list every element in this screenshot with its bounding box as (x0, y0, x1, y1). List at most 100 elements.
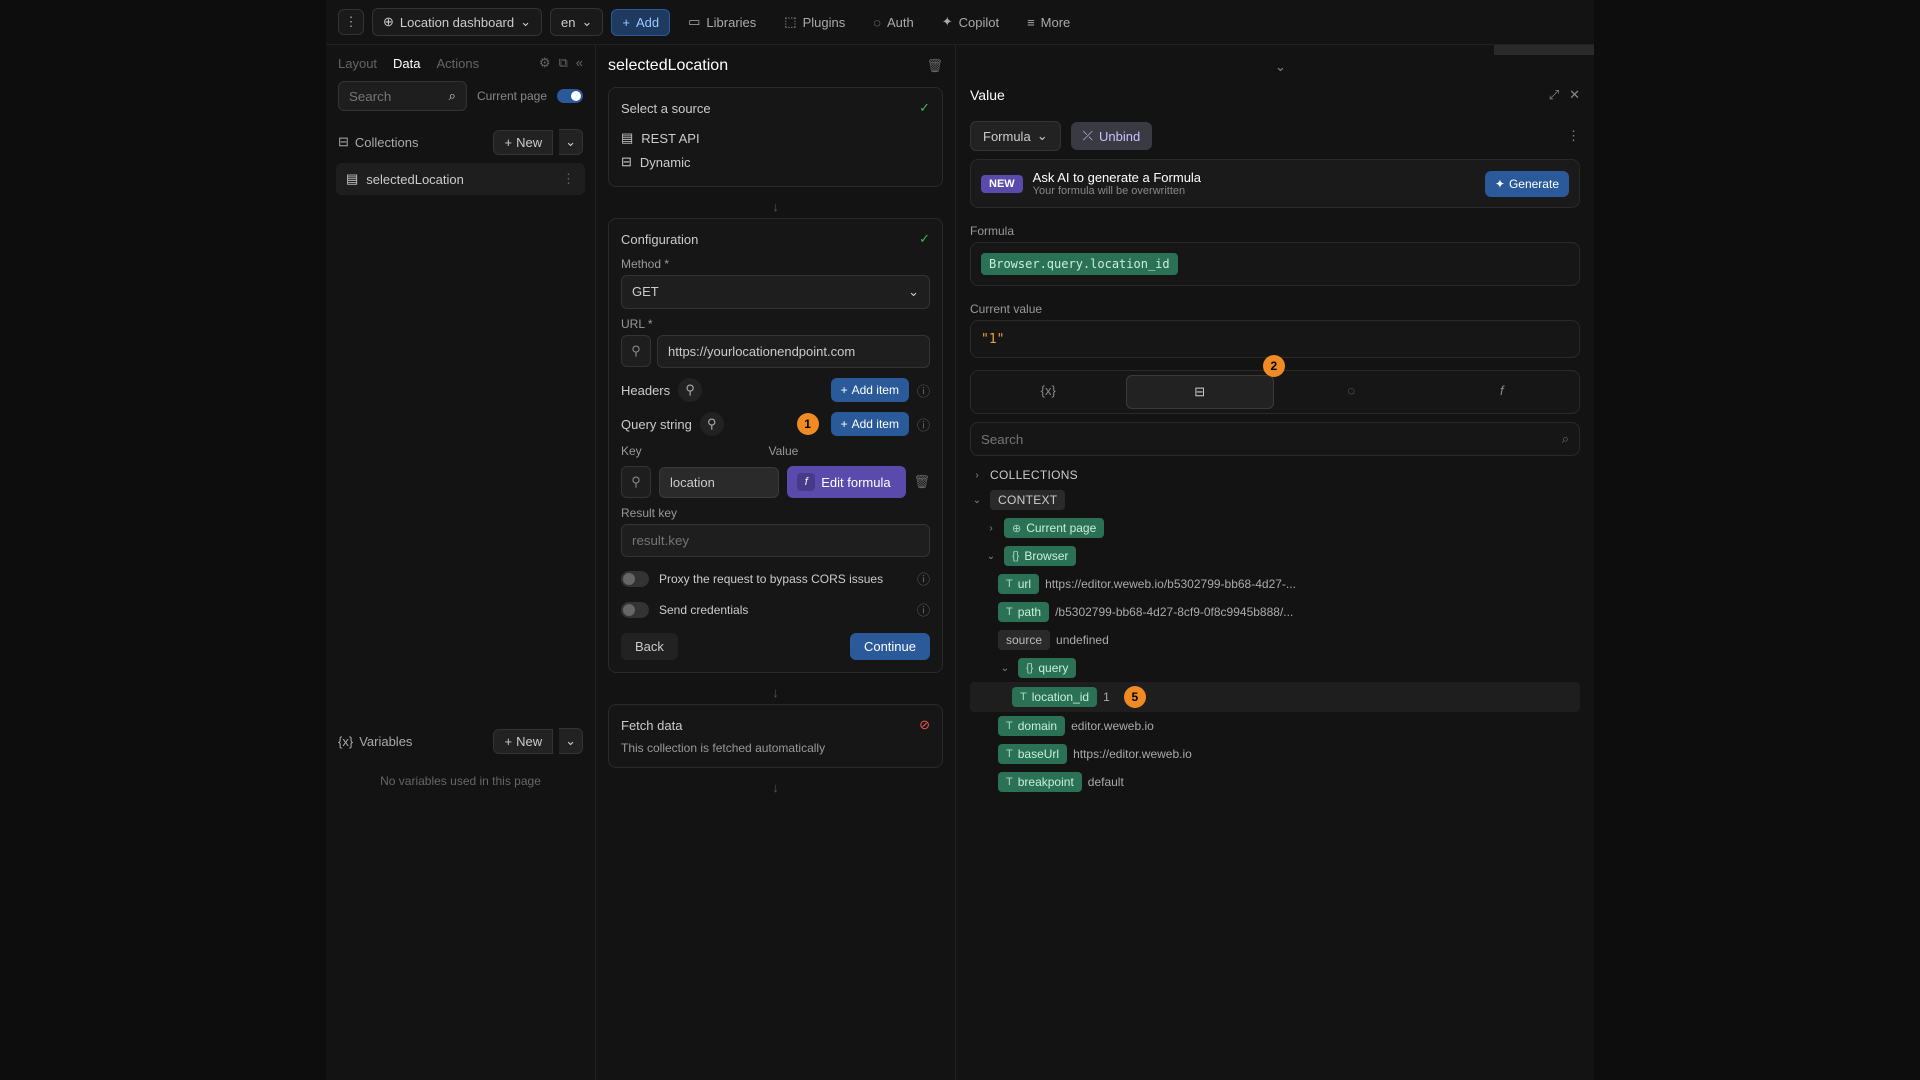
tree-query[interactable]: 4 ⌄ {}query (970, 654, 1580, 682)
chevron-down-icon: ⌄ (520, 14, 531, 30)
generate-button[interactable]: ✦ Generate (1485, 171, 1569, 197)
key-bind-icon[interactable]: ⚲ (621, 466, 651, 498)
libraries-button[interactable]: ▭ Libraries (678, 9, 766, 35)
location-dropdown[interactable]: ⊕ Location dashboard ⌄ (372, 8, 542, 36)
tab-layout[interactable]: Layout (338, 56, 377, 71)
cat-collections[interactable]: ⊟ (1126, 375, 1275, 409)
chevron-down-icon: ⌄ (908, 284, 919, 300)
item-menu[interactable]: ⋮ (562, 171, 575, 187)
tree-current-page[interactable]: › ⊕Current page (970, 514, 1580, 542)
info-icon[interactable]: ⓘ (917, 600, 930, 619)
chevron-down-icon: ⌄ (581, 14, 592, 30)
tree-path[interactable]: Tpath /b5302799-bb68-4d27-8cf9-0f8c9945b… (970, 598, 1580, 626)
cat-user[interactable]: ◌ (1278, 375, 1425, 409)
tree-search[interactable]: ⌕ (970, 422, 1580, 456)
lang-label: en (561, 15, 575, 30)
info-icon[interactable]: ⓘ (917, 415, 930, 434)
tab-data[interactable]: Data (393, 56, 420, 71)
arrow-down-icon: ↓ (608, 681, 943, 704)
tree-browser[interactable]: 3 ⌄ {}Browser (970, 542, 1580, 570)
tab-actions[interactable]: Actions (437, 56, 480, 71)
url-input[interactable]: https://yourlocationendpoint.com (657, 335, 930, 368)
proxy-toggle[interactable] (621, 571, 649, 587)
hamburger-icon: ≡ (1027, 15, 1035, 30)
back-button[interactable]: Back (621, 633, 678, 660)
collapse-icon[interactable]: ⌄ (1275, 59, 1286, 75)
trash-icon[interactable]: 🗑 (926, 58, 943, 74)
method-select[interactable]: GET ⌄ (621, 275, 930, 309)
close-icon[interactable]: ✕ (1569, 87, 1580, 103)
settings-icon[interactable]: ⚙ (539, 55, 551, 71)
new-var-dropdown[interactable]: ⌄ (559, 728, 583, 754)
edit-formula-button[interactable]: f Edit formula (787, 466, 905, 498)
search-icon: ⌕ (1562, 431, 1569, 447)
proxy-label: Proxy the request to bypass CORS issues (659, 572, 907, 586)
chevron-down-icon: ⌄ (998, 663, 1012, 674)
more-icon[interactable]: ⋮ (1567, 128, 1580, 144)
fetch-desc: This collection is fetched automatically (621, 741, 930, 755)
collection-item[interactable]: ▤ selectedLocation ⋮ (336, 163, 585, 195)
result-key-input[interactable] (621, 524, 930, 557)
api-icon: ▤ (621, 130, 633, 146)
ai-card: NEW Ask AI to generate a Formula Your fo… (970, 159, 1580, 208)
result-key-label: Result key (621, 506, 930, 520)
cat-formula[interactable]: f (1429, 375, 1576, 409)
query-bind[interactable]: ⚲ (700, 412, 724, 436)
cat-variables[interactable]: {x} (975, 375, 1122, 409)
new-collection-button[interactable]: + New (493, 130, 553, 155)
plus-icon: + (504, 135, 512, 150)
tree-breakpoint[interactable]: Tbreakpoint default (970, 768, 1580, 796)
auth-button[interactable]: ◌ Auth (863, 10, 923, 35)
tree-collections[interactable]: › COLLECTIONS (970, 464, 1580, 486)
creds-toggle[interactable] (621, 602, 649, 618)
location-label: Location dashboard (400, 15, 514, 30)
info-icon[interactable]: ⓘ (917, 381, 930, 400)
libraries-label: Libraries (706, 15, 756, 30)
plus-icon: + (622, 15, 630, 30)
search-input[interactable]: ⌕ (338, 81, 467, 111)
menu-button[interactable]: ⋮ (338, 9, 364, 35)
collapse-icon[interactable]: « (576, 55, 583, 71)
tree-location-id[interactable]: Tlocation_id 1 5 (970, 682, 1580, 712)
new-variable-button[interactable]: + New (493, 729, 553, 754)
headers-bind[interactable]: ⚲ (678, 378, 702, 402)
add-query-button[interactable]: + Add item (831, 412, 909, 436)
tree-search-field[interactable] (981, 432, 1562, 447)
tree-domain[interactable]: Tdomain editor.weweb.io (970, 712, 1580, 740)
search-field[interactable] (349, 89, 443, 104)
delete-icon[interactable]: 🗑 (914, 474, 931, 490)
continue-button[interactable]: Continue (850, 633, 930, 660)
url-value: https://editor.weweb.io/b5302799-bb68-4d… (1045, 577, 1296, 591)
query-chip: {}query (1018, 658, 1076, 678)
plugins-button[interactable]: ⬚ Plugins (774, 9, 855, 35)
current-page-toggle[interactable] (557, 89, 583, 103)
formula-dropdown[interactable]: Formula ⌄ (970, 121, 1061, 151)
info-icon[interactable]: ⓘ (917, 569, 930, 588)
add-header-button[interactable]: + Add item (831, 378, 909, 402)
new-dropdown[interactable]: ⌄ (559, 129, 583, 155)
key-input[interactable]: location (659, 467, 779, 498)
ai-subtitle: Your formula will be overwritten (1033, 185, 1475, 197)
formula-area[interactable]: Browser.query.location_id (970, 242, 1580, 286)
expand-icon[interactable]: ⤢ (1549, 87, 1559, 103)
tree-source[interactable]: source undefined (970, 626, 1580, 654)
tree-url[interactable]: Turl https://editor.weweb.io/b5302799-bb… (970, 570, 1580, 598)
unbind-button[interactable]: ⤫ Unbind (1071, 122, 1153, 150)
dock-handle[interactable] (1494, 45, 1594, 55)
method-label: Method * (621, 257, 930, 271)
copilot-button[interactable]: ✦ Copilot (932, 9, 1009, 35)
breakpoint-value: default (1088, 775, 1124, 789)
plus-icon: + (504, 734, 512, 749)
sparkle-icon: ✦ (1495, 177, 1505, 191)
url-bind-icon[interactable]: ⚲ (621, 335, 651, 367)
tree-context[interactable]: ⌄ CONTEXT (970, 486, 1580, 514)
copy-icon[interactable]: ⧉ (558, 55, 567, 71)
tree-baseurl[interactable]: TbaseUrl https://editor.weweb.io (970, 740, 1580, 768)
globe-icon: ⊕ (1012, 522, 1021, 535)
location-id-value: 1 (1103, 690, 1110, 704)
more-button[interactable]: ≡ More (1017, 10, 1080, 35)
source-card: Select a source ✓ ▤ REST API ⊟ Dynamic (608, 87, 943, 187)
add-button[interactable]: + Add (611, 9, 670, 36)
lang-dropdown[interactable]: en ⌄ (550, 8, 603, 36)
formula-chip[interactable]: Browser.query.location_id (981, 253, 1178, 275)
